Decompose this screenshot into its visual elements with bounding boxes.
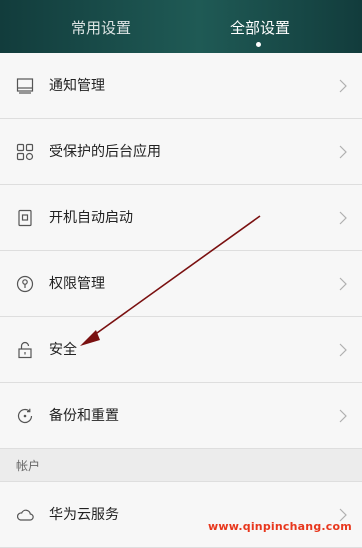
protected-apps-icon [16, 143, 34, 161]
settings-item-label: 通知管理 [49, 77, 105, 94]
settings-item-label: 开机自动启动 [49, 209, 133, 226]
autostart-icon [18, 209, 32, 227]
lock-icon [18, 341, 32, 359]
settings-item-autostart[interactable]: 开机自动启动 [0, 185, 362, 251]
settings-item-label: 备份和重置 [49, 407, 119, 424]
top-tab-bar: 常用设置 全部设置 [0, 0, 362, 53]
permission-icon [16, 275, 34, 293]
chevron-right-icon [339, 277, 347, 291]
cloud-icon [17, 509, 34, 521]
settings-item-notification[interactable]: 通知管理 [0, 53, 362, 119]
settings-item-permission[interactable]: 权限管理 [0, 251, 362, 317]
section-header-label: 帐户 [16, 459, 41, 473]
chevron-right-icon [339, 409, 347, 423]
section-header-account: 帐户 [0, 449, 362, 482]
active-tab-indicator [256, 42, 261, 47]
backup-reset-icon [17, 408, 33, 424]
tab-all-settings[interactable]: 全部设置 [230, 18, 290, 38]
settings-item-protected-apps[interactable]: 受保护的后台应用 [0, 119, 362, 185]
notification-icon [16, 78, 34, 94]
chevron-right-icon [339, 79, 347, 93]
settings-item-security[interactable]: 安全 [0, 317, 362, 383]
tab-common-settings[interactable]: 常用设置 [71, 18, 131, 38]
settings-item-label: 安全 [49, 341, 77, 358]
settings-list: 通知管理 受保护的后台应用 开机自动启动 权限管理 安全 备份和重置 帐户 华为… [0, 53, 362, 548]
chevron-right-icon [339, 145, 347, 159]
chevron-right-icon [339, 343, 347, 357]
watermark-text: www.qinpinchang.com [208, 520, 352, 533]
settings-item-label: 权限管理 [49, 275, 105, 292]
chevron-right-icon [339, 211, 347, 225]
settings-item-backup-reset[interactable]: 备份和重置 [0, 383, 362, 449]
settings-item-label: 华为云服务 [49, 506, 119, 523]
settings-item-huawei-cloud[interactable]: 华为云服务 [0, 482, 362, 548]
settings-item-label: 受保护的后台应用 [49, 143, 161, 160]
